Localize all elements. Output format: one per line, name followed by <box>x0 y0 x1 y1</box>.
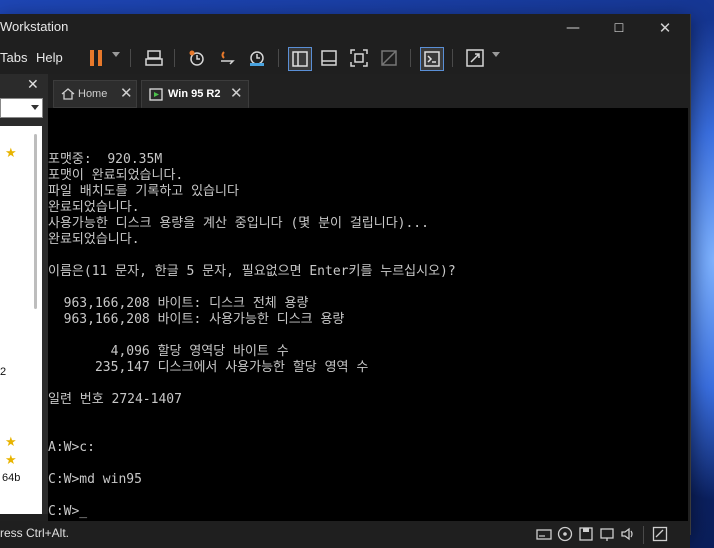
favorite-star-icon: ★ <box>5 145 17 160</box>
revert-snapshot-icon[interactable] <box>216 47 238 69</box>
console-line: 포맷이 완료되었습니다. <box>48 168 184 183</box>
console-line: 235,147 디스크에서 사용가능한 할당 영역 수 <box>48 360 369 375</box>
fullscreen-icon[interactable] <box>348 47 370 69</box>
stretch-icon[interactable] <box>464 47 486 69</box>
favorite-star-icon: ★ <box>5 452 17 467</box>
message-log-icon[interactable] <box>652 526 668 542</box>
menu-help[interactable]: Help <box>36 50 63 65</box>
toolbar-separator <box>452 49 453 67</box>
sound-card-icon[interactable] <box>620 526 636 542</box>
tab-win95-label: Win 95 R2 <box>168 88 221 100</box>
library-item[interactable]: 2 <box>0 366 6 378</box>
snapshot-icon[interactable] <box>186 47 208 69</box>
window-title: Workstation <box>0 19 69 34</box>
status-bar: ress Ctrl+Alt. <box>0 521 690 548</box>
vmware-workstation-window: Workstation — ☐ ✕ Tabs Help ✕ ★ 2 ★ ★ 64… <box>0 14 691 548</box>
tab-home-label: Home <box>78 88 108 100</box>
maximize-button[interactable]: ☐ <box>596 14 642 42</box>
favorite-star-icon: ★ <box>5 434 17 449</box>
chevron-down-icon <box>31 105 39 110</box>
toolbar-separator <box>278 49 279 67</box>
console-line: 일련 번호 2724-1407 <box>48 392 182 407</box>
tab-strip: Home ✕ Win 95 R2 ✕ <box>48 74 690 109</box>
menu-bar: Tabs Help <box>0 42 690 74</box>
minimize-button[interactable]: — <box>550 14 596 42</box>
console-line: 완료되었습니다. <box>48 232 140 247</box>
console-line: 완료되었습니다. <box>48 200 140 215</box>
console-line: C:W>_ <box>48 504 88 519</box>
cd-drive-icon[interactable] <box>557 526 573 542</box>
toolbar-separator <box>410 49 411 67</box>
console-line: 963,166,208 바이트: 사용가능한 디스크 용량 <box>48 312 345 327</box>
tab-home-close-icon[interactable]: ✕ <box>120 84 133 102</box>
power-dropdown-icon[interactable] <box>112 52 120 57</box>
console-line: 4,096 할당 영역당 바이트 수 <box>48 344 289 359</box>
close-button[interactable]: ✕ <box>642 14 688 42</box>
library-scrollbar[interactable] <box>34 134 37 309</box>
console-view-icon[interactable] <box>318 47 340 69</box>
stretch-dropdown-icon[interactable] <box>492 52 500 57</box>
console-line: 파일 배치도를 기록하고 있습니다 <box>48 184 239 199</box>
console-line: A:W>c: <box>48 440 95 455</box>
unity-icon[interactable] <box>378 47 400 69</box>
toolbar-separator <box>174 49 175 67</box>
floppy-icon[interactable] <box>578 526 594 542</box>
sidebar-view-icon[interactable] <box>288 47 312 71</box>
menu-tabs[interactable]: Tabs <box>0 50 27 65</box>
console-line: 사용가능한 디스크 용량을 계산 중입니다 (몇 분이 걸립니다)... <box>48 216 429 231</box>
send-keys-icon[interactable] <box>143 47 165 69</box>
status-message: ress Ctrl+Alt. <box>0 526 70 540</box>
console-line: 포맷중: 920.35M <box>48 152 163 167</box>
title-bar: Workstation — ☐ ✕ <box>0 14 690 42</box>
terminal-icon[interactable] <box>420 47 444 71</box>
tab-win95[interactable]: Win 95 R2 ✕ <box>141 80 249 109</box>
console-line: 이름은(11 문자, 한글 5 문자, 필요없으면 Enter키를 누르십시오)… <box>48 264 456 279</box>
pause-icon[interactable] <box>86 47 106 69</box>
hard-disk-icon[interactable] <box>536 526 552 542</box>
home-icon <box>61 88 75 103</box>
snapshot-manager-icon[interactable] <box>246 47 268 69</box>
library-item[interactable]: 64b <box>2 472 20 484</box>
tab-win95-close-icon[interactable]: ✕ <box>230 84 243 102</box>
console-line: C:W>md win95 <box>48 472 142 487</box>
library-search-dropdown[interactable] <box>0 98 43 118</box>
library-tree-lower: ★ ★ 64b <box>0 434 42 514</box>
vm-running-icon <box>149 88 163 104</box>
vm-console[interactable]: 포맷중: 920.35M 포맷이 완료되었습니다. 파일 배치도를 기록하고 있… <box>48 108 688 521</box>
library-close-icon[interactable]: ✕ <box>27 77 39 93</box>
network-adapter-icon[interactable] <box>599 526 615 542</box>
tab-home[interactable]: Home ✕ <box>53 80 137 108</box>
console-line: 963,166,208 바이트: 디스크 전체 용량 <box>48 296 309 311</box>
toolbar-separator <box>130 49 131 67</box>
status-separator <box>643 526 644 544</box>
